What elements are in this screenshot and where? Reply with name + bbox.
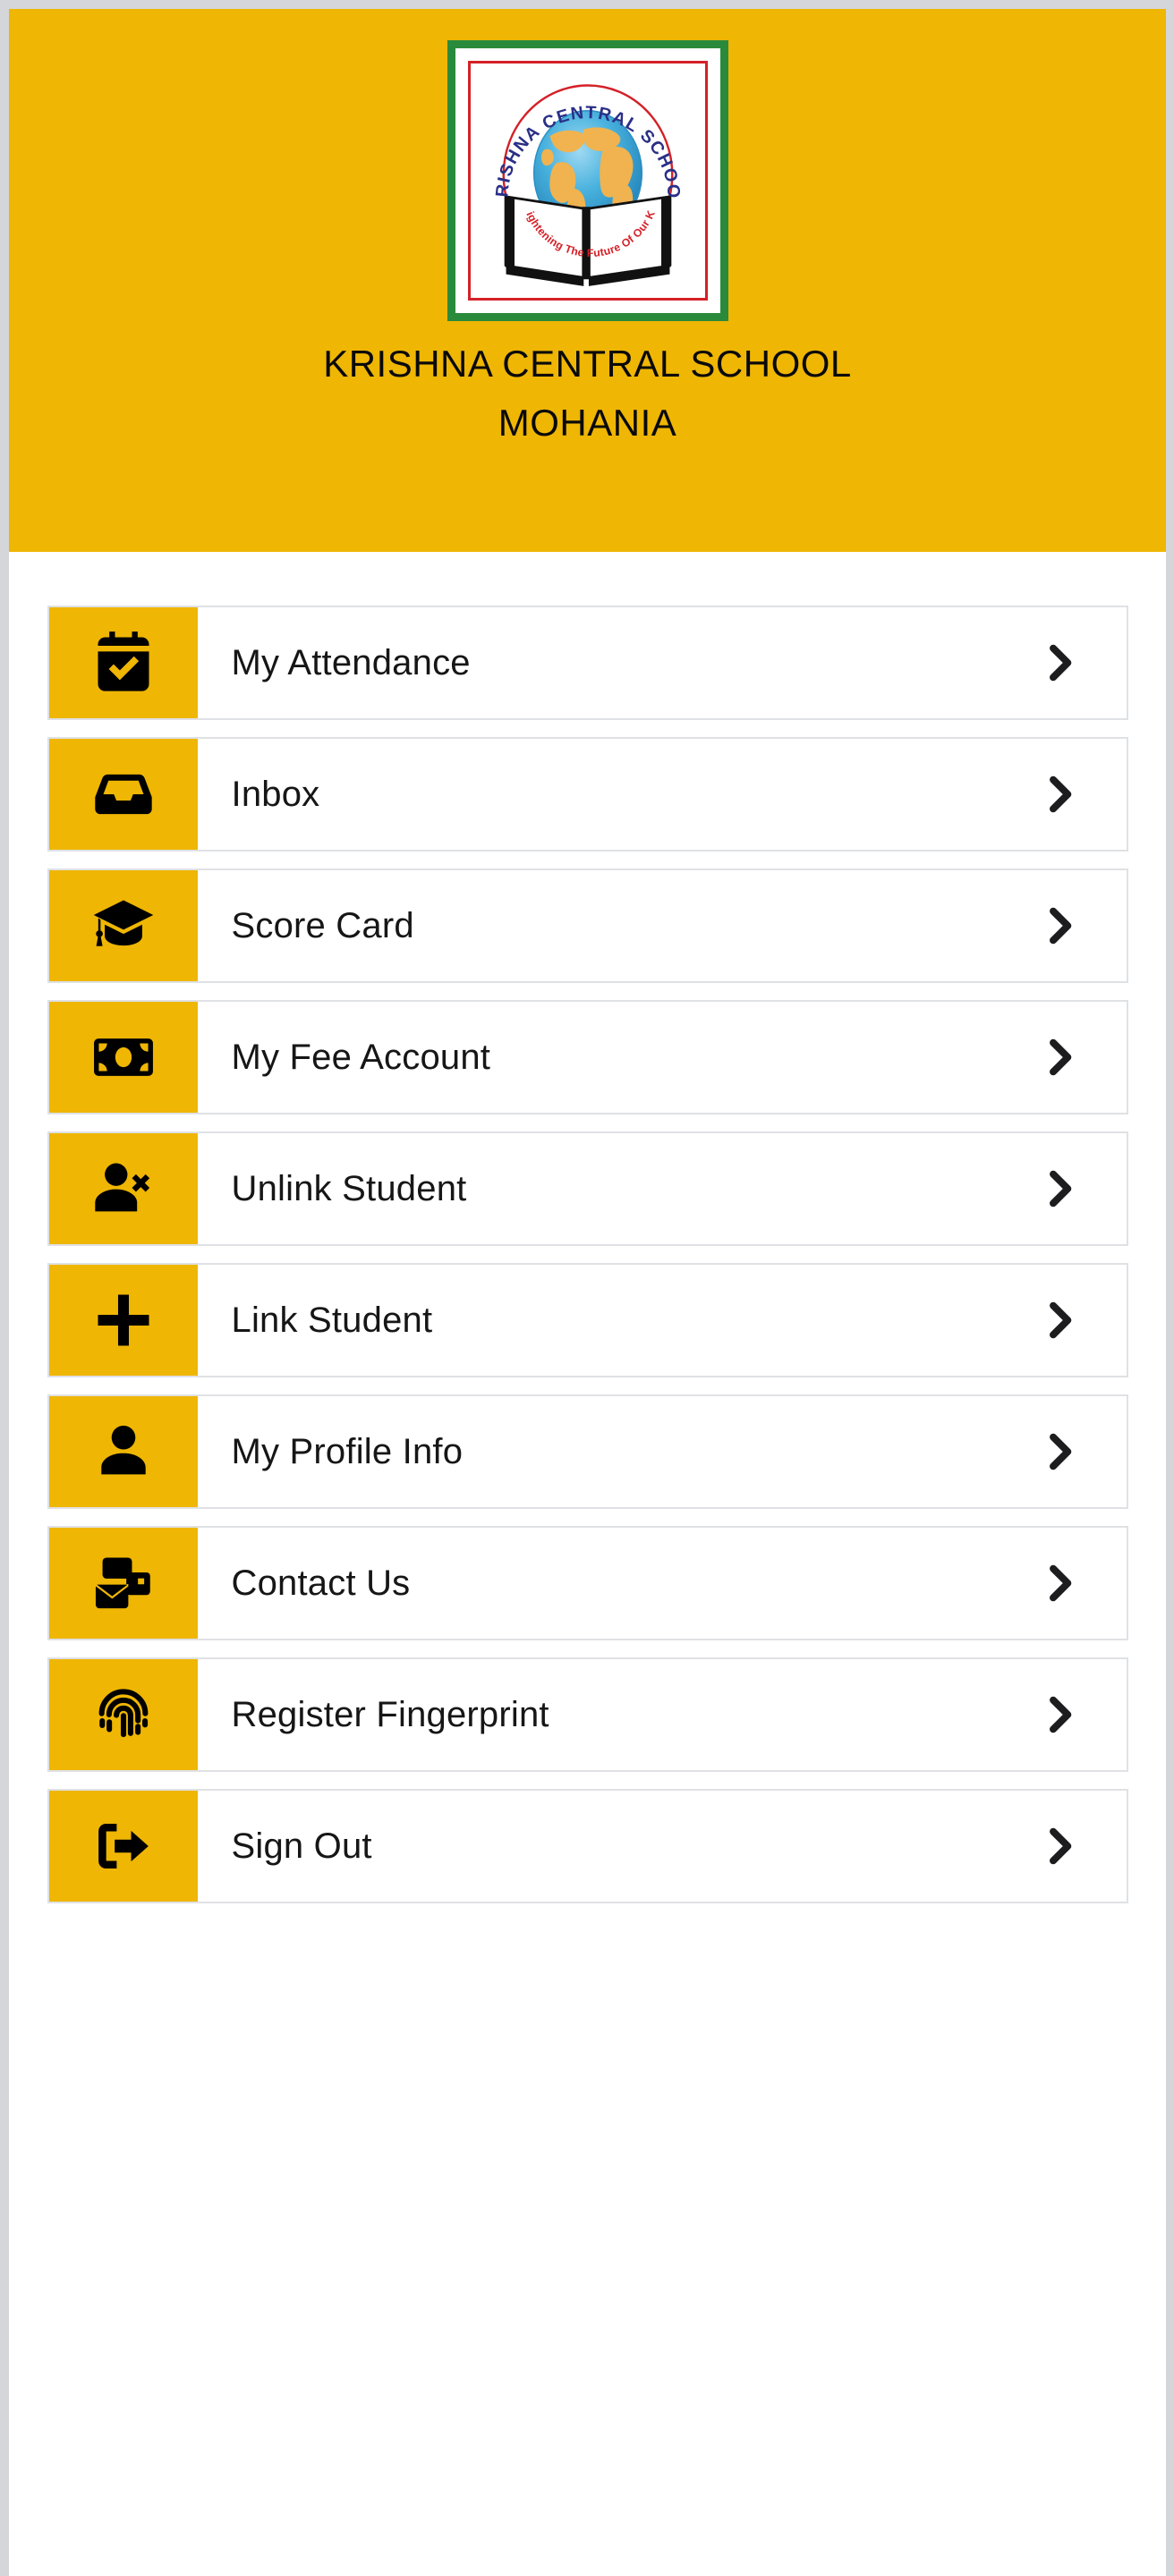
menu-item-label: Contact Us [231, 1563, 411, 1603]
chevron-right-icon[interactable] [992, 1133, 1127, 1244]
school-logo-artwork: KRISHNA CENTRAL SCHOOL Enlightening The … [455, 48, 682, 286]
menu-item-label: Register Fingerprint [231, 1694, 549, 1734]
menu-item-label: My Attendance [231, 642, 471, 682]
fingerprint-icon [48, 1659, 198, 1770]
menu-item-score-card[interactable]: Score Card [47, 869, 1128, 983]
menu-item-label: Inbox [231, 774, 320, 814]
app-header: KRISHNA CENTRAL SCHOOL Enlightening The … [9, 9, 1166, 552]
menu-item-unlink-student[interactable]: Unlink Student [47, 1131, 1128, 1246]
chevron-right-icon[interactable] [992, 1791, 1127, 1902]
chevron-right-icon[interactable] [992, 1396, 1127, 1507]
chevron-right-icon[interactable] [992, 1002, 1127, 1113]
chevron-right-icon[interactable] [992, 1659, 1127, 1770]
contact-mail-icon [48, 1528, 198, 1639]
menu-item-my-fee-account[interactable]: My Fee Account [47, 1000, 1128, 1114]
main-menu-list: My Attendance Inbox Score Card My Fee Ac… [9, 552, 1166, 1903]
menu-item-label: Link Student [231, 1300, 433, 1340]
school-logo: KRISHNA CENTRAL SCHOOL Enlightening The … [447, 40, 728, 321]
logout-icon [48, 1791, 198, 1902]
app-window: KRISHNA CENTRAL SCHOOL Enlightening The … [0, 0, 1174, 2576]
menu-item-link-student[interactable]: Link Student [47, 1263, 1128, 1377]
school-city: MOHANIA [498, 402, 677, 444]
menu-item-label: Sign Out [231, 1826, 372, 1866]
menu-item-label: Unlink Student [231, 1168, 467, 1208]
menu-item-inbox[interactable]: Inbox [47, 737, 1128, 852]
chevron-right-icon[interactable] [992, 870, 1127, 981]
menu-item-label: My Fee Account [231, 1037, 491, 1077]
menu-item-sign-out[interactable]: Sign Out [47, 1789, 1128, 1903]
chevron-right-icon[interactable] [992, 1528, 1127, 1639]
calendar-check-icon [48, 607, 198, 718]
chevron-right-icon[interactable] [992, 1265, 1127, 1376]
menu-item-contact-us[interactable]: Contact Us [47, 1526, 1128, 1640]
menu-item-label: Score Card [231, 905, 414, 945]
inbox-tray-icon [48, 739, 198, 850]
menu-item-register-fingerprint[interactable]: Register Fingerprint [47, 1657, 1128, 1772]
menu-item-my-attendance[interactable]: My Attendance [47, 606, 1128, 720]
person-icon [48, 1396, 198, 1507]
chevron-right-icon[interactable] [992, 739, 1127, 850]
menu-item-label: My Profile Info [231, 1431, 464, 1471]
menu-item-my-profile-info[interactable]: My Profile Info [47, 1394, 1128, 1509]
plus-icon [48, 1265, 198, 1376]
person-remove-icon [48, 1133, 198, 1244]
graduation-cap-icon [48, 870, 198, 981]
chevron-right-icon[interactable] [992, 607, 1127, 718]
banknote-icon [48, 1002, 198, 1113]
school-name: KRISHNA CENTRAL SCHOOL [323, 343, 852, 385]
